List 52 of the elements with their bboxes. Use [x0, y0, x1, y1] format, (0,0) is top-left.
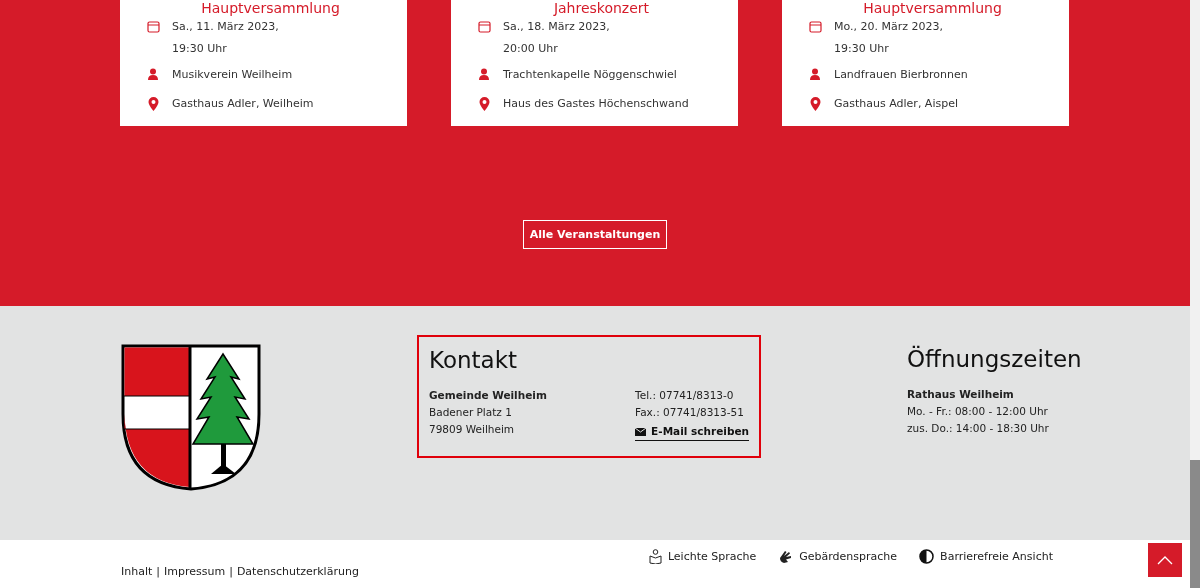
contact-fax: Fax.: 07741/8313-51 — [635, 405, 745, 420]
calendar-icon — [477, 20, 491, 33]
book-reader-icon — [648, 549, 662, 564]
event-location: Gasthaus Adler, Aispel — [834, 96, 958, 112]
event-time: 19:30 Uhr — [834, 41, 890, 57]
event-date: Mo., 20. März 2023, — [834, 19, 944, 35]
scroll-to-top-button[interactable] — [1148, 543, 1182, 577]
hours-office: Rathaus Weilheim — [907, 387, 1015, 402]
footer-link[interactable]: Impressum — [164, 565, 226, 578]
person-icon — [478, 68, 490, 80]
event-location: Haus des Gastes Höchenschwand — [503, 96, 689, 112]
event-date: Sa., 18. März 2023, — [503, 19, 610, 35]
hours-line: zus. Do.: 14:00 - 18:30 Uhr — [907, 421, 1050, 436]
contact-street: Badener Platz 1 — [429, 405, 513, 420]
email-link[interactable]: E-Mail schreiben — [635, 423, 749, 441]
event-title[interactable]: Jahreskonzert — [477, 0, 726, 16]
event-time: 20:00 Uhr — [503, 41, 559, 57]
link-separator: | — [229, 565, 233, 578]
calendar-icon — [146, 20, 160, 33]
event-organizer: Trachtenkapelle Nöggenschwiel — [503, 67, 677, 83]
location-pin-icon — [478, 97, 490, 111]
link-separator: | — [156, 565, 161, 578]
event-date: Sa., 11. März 2023, — [172, 19, 279, 35]
event-organizer: Landfrauen Bierbronnen — [834, 67, 968, 83]
scrollbar-thumb[interactable] — [1190, 460, 1200, 588]
event-title[interactable]: Hauptversammlung — [808, 0, 1057, 16]
location-pin-icon — [809, 97, 821, 111]
event-time: 19:30 Uhr — [172, 41, 228, 57]
footer-link[interactable]: Inhalt — [121, 565, 153, 578]
footer-link[interactable]: Datenschutzerklärung — [236, 565, 359, 578]
accessibility-link[interactable]: Leichte Sprache — [648, 549, 757, 564]
hours-heading: Öffnungszeiten — [907, 344, 1082, 374]
contrast-icon — [919, 549, 935, 564]
event-location: Gasthaus Adler, Weilheim — [172, 96, 314, 112]
hours-line: Mo. - Fr.: 08:00 - 12:00 Uhr — [907, 404, 1049, 419]
accessibility-link[interactable]: Gebärdensprache — [778, 549, 898, 564]
scrollbar[interactable] — [1190, 0, 1200, 588]
hand-icon — [778, 549, 794, 564]
location-pin-icon — [147, 97, 159, 111]
event-title[interactable]: Hauptversammlung — [146, 0, 395, 16]
chevron-up-icon — [1157, 555, 1173, 565]
person-icon — [809, 68, 821, 80]
contact-phone: Tel.: 07741/8313-0 — [635, 388, 735, 403]
calendar-icon — [808, 20, 822, 33]
person-icon — [147, 68, 159, 80]
all-events-button[interactable]: Alle Veranstaltungen — [522, 220, 668, 249]
contact-heading: Kontakt — [429, 346, 519, 375]
accessibility-link[interactable]: Barrierefreie Ansicht — [919, 549, 1053, 564]
event-organizer: Musikverein Weilheim — [172, 67, 293, 83]
contact-name: Gemeinde Weilheim — [429, 388, 547, 403]
envelope-icon — [635, 427, 647, 436]
contact-city: 79809 Weilheim — [429, 422, 516, 437]
